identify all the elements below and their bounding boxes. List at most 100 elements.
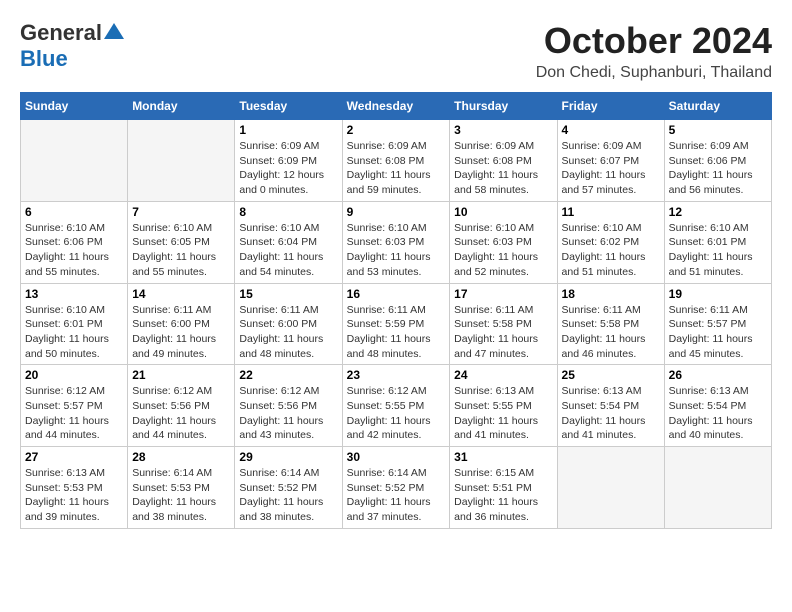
calendar-cell: 16Sunrise: 6:11 AMSunset: 5:59 PMDayligh… xyxy=(342,283,450,365)
calendar-cell: 28Sunrise: 6:14 AMSunset: 5:53 PMDayligh… xyxy=(128,447,235,529)
day-info: Sunrise: 6:13 AMSunset: 5:54 PMDaylight:… xyxy=(562,384,660,443)
day-info: Sunrise: 6:09 AMSunset: 6:08 PMDaylight:… xyxy=(454,139,552,198)
day-info: Sunrise: 6:09 AMSunset: 6:09 PMDaylight:… xyxy=(239,139,337,198)
day-info: Sunrise: 6:10 AMSunset: 6:03 PMDaylight:… xyxy=(454,221,552,280)
day-info: Sunrise: 6:12 AMSunset: 5:56 PMDaylight:… xyxy=(239,384,337,443)
calendar-cell: 5 Sunrise: 6:09 AMSunset: 6:06 PMDaylight… xyxy=(664,120,771,202)
day-number: 26 xyxy=(669,368,767,382)
calendar-week-row: 13 Sunrise: 6:10 AMSunset: 6:01 PMDayligh… xyxy=(21,283,772,365)
day-info: Sunrise: 6:12 AMSunset: 5:57 PMDaylight:… xyxy=(25,384,123,443)
calendar-cell: 6Sunrise: 6:10 AMSunset: 6:06 PMDaylight… xyxy=(21,201,128,283)
day-number: 31 xyxy=(454,450,552,464)
day-info: Sunrise: 6:15 AMSunset: 5:51 PMDaylight:… xyxy=(454,466,552,525)
day-number: 15 xyxy=(239,287,337,301)
calendar-cell xyxy=(557,447,664,529)
calendar-cell: 8 Sunrise: 6:10 AMSunset: 6:04 PMDaylight… xyxy=(235,201,342,283)
calendar-cell: 12 Sunrise: 6:10 AMSunset: 6:01 PMDayligh… xyxy=(664,201,771,283)
day-number: 29 xyxy=(239,450,337,464)
calendar-cell: 4 Sunrise: 6:09 AMSunset: 6:07 PMDaylight… xyxy=(557,120,664,202)
day-info: Sunrise: 6:14 AMSunset: 5:52 PMDaylight:… xyxy=(347,466,446,525)
calendar-cell: 24 Sunrise: 6:13 AMSunset: 5:55 PMDayligh… xyxy=(450,365,557,447)
day-number: 19 xyxy=(669,287,767,301)
calendar-cell xyxy=(128,120,235,202)
day-number: 10 xyxy=(454,205,552,219)
calendar-cell: 22Sunrise: 6:12 AMSunset: 5:56 PMDayligh… xyxy=(235,365,342,447)
day-info: Sunrise: 6:11 AMSunset: 5:58 PMDaylight:… xyxy=(454,303,552,362)
day-number: 13 xyxy=(25,287,123,301)
day-info: Sunrise: 6:11 AMSunset: 6:00 PMDaylight:… xyxy=(239,303,337,362)
calendar-day-header: Monday xyxy=(128,93,235,120)
day-info: Sunrise: 6:13 AMSunset: 5:53 PMDaylight:… xyxy=(25,466,123,525)
calendar-cell: 1 Sunrise: 6:09 AMSunset: 6:09 PMDaylight… xyxy=(235,120,342,202)
day-number: 1 xyxy=(239,123,337,137)
logo-triangle-icon xyxy=(104,21,124,41)
day-number: 30 xyxy=(347,450,446,464)
location-subtitle: Don Chedi, Suphanburi, Thailand xyxy=(536,64,772,82)
day-info: Sunrise: 6:10 AMSunset: 6:03 PMDaylight:… xyxy=(347,221,446,280)
calendar-cell: 19Sunrise: 6:11 AMSunset: 5:57 PMDayligh… xyxy=(664,283,771,365)
day-number: 18 xyxy=(562,287,660,301)
calendar-cell: 13 Sunrise: 6:10 AMSunset: 6:01 PMDayligh… xyxy=(21,283,128,365)
calendar-cell: 9 Sunrise: 6:10 AMSunset: 6:03 PMDaylight… xyxy=(342,201,450,283)
calendar-day-header: Friday xyxy=(557,93,664,120)
day-info: Sunrise: 6:11 AMSunset: 6:00 PMDaylight:… xyxy=(132,303,230,362)
day-number: 2 xyxy=(347,123,446,137)
day-number: 4 xyxy=(562,123,660,137)
day-info: Sunrise: 6:13 AMSunset: 5:54 PMDaylight:… xyxy=(669,384,767,443)
day-info: Sunrise: 6:13 AMSunset: 5:55 PMDaylight:… xyxy=(454,384,552,443)
day-number: 5 xyxy=(669,123,767,137)
calendar-day-header: Tuesday xyxy=(235,93,342,120)
day-info: Sunrise: 6:10 AMSunset: 6:04 PMDaylight:… xyxy=(239,221,337,280)
calendar-cell: 14 Sunrise: 6:11 AMSunset: 6:00 PMDayligh… xyxy=(128,283,235,365)
day-number: 28 xyxy=(132,450,230,464)
calendar-cell xyxy=(664,447,771,529)
calendar-day-header: Thursday xyxy=(450,93,557,120)
calendar-cell: 11Sunrise: 6:10 AMSunset: 6:02 PMDayligh… xyxy=(557,201,664,283)
calendar-cell: 30 Sunrise: 6:14 AMSunset: 5:52 PMDayligh… xyxy=(342,447,450,529)
day-number: 24 xyxy=(454,368,552,382)
calendar-cell: 3 Sunrise: 6:09 AMSunset: 6:08 PMDaylight… xyxy=(450,120,557,202)
calendar-day-header: Sunday xyxy=(21,93,128,120)
calendar-cell: 2 Sunrise: 6:09 AMSunset: 6:08 PMDaylight… xyxy=(342,120,450,202)
calendar-cell: 27Sunrise: 6:13 AMSunset: 5:53 PMDayligh… xyxy=(21,447,128,529)
day-number: 7 xyxy=(132,205,230,219)
day-number: 12 xyxy=(669,205,767,219)
calendar-cell: 17 Sunrise: 6:11 AMSunset: 5:58 PMDayligh… xyxy=(450,283,557,365)
title-block: October 2024 Don Chedi, Suphanburi, Thai… xyxy=(536,20,772,82)
calendar-cell: 15 Sunrise: 6:11 AMSunset: 6:00 PMDayligh… xyxy=(235,283,342,365)
day-info: Sunrise: 6:09 AMSunset: 6:06 PMDaylight:… xyxy=(669,139,767,198)
calendar-cell: 25Sunrise: 6:13 AMSunset: 5:54 PMDayligh… xyxy=(557,365,664,447)
day-info: Sunrise: 6:11 AMSunset: 5:58 PMDaylight:… xyxy=(562,303,660,362)
calendar-cell: 10 Sunrise: 6:10 AMSunset: 6:03 PMDayligh… xyxy=(450,201,557,283)
calendar-cell: 31 Sunrise: 6:15 AMSunset: 5:51 PMDayligh… xyxy=(450,447,557,529)
day-info: Sunrise: 6:10 AMSunset: 6:01 PMDaylight:… xyxy=(25,303,123,362)
day-info: Sunrise: 6:09 AMSunset: 6:08 PMDaylight:… xyxy=(347,139,446,198)
calendar-cell: 18 Sunrise: 6:11 AMSunset: 5:58 PMDayligh… xyxy=(557,283,664,365)
day-info: Sunrise: 6:09 AMSunset: 6:07 PMDaylight:… xyxy=(562,139,660,198)
day-number: 14 xyxy=(132,287,230,301)
calendar-header-row: SundayMondayTuesdayWednesdayThursdayFrid… xyxy=(21,93,772,120)
logo-blue: Blue xyxy=(20,46,68,71)
calendar-table: SundayMondayTuesdayWednesdayThursdayFrid… xyxy=(20,92,772,529)
day-info: Sunrise: 6:10 AMSunset: 6:06 PMDaylight:… xyxy=(25,221,123,280)
calendar-cell: 23Sunrise: 6:12 AMSunset: 5:55 PMDayligh… xyxy=(342,365,450,447)
logo: General Blue xyxy=(20,20,124,72)
day-info: Sunrise: 6:10 AMSunset: 6:05 PMDaylight:… xyxy=(132,221,230,280)
day-number: 21 xyxy=(132,368,230,382)
calendar-cell: 29 Sunrise: 6:14 AMSunset: 5:52 PMDayligh… xyxy=(235,447,342,529)
calendar-day-header: Wednesday xyxy=(342,93,450,120)
page-header: General Blue October 2024 Don Chedi, Sup… xyxy=(20,20,772,82)
day-number: 9 xyxy=(347,205,446,219)
calendar-day-header: Saturday xyxy=(664,93,771,120)
calendar-cell: 7 Sunrise: 6:10 AMSunset: 6:05 PMDaylight… xyxy=(128,201,235,283)
logo-general: General xyxy=(20,20,102,46)
day-info: Sunrise: 6:10 AMSunset: 6:01 PMDaylight:… xyxy=(669,221,767,280)
calendar-week-row: 27Sunrise: 6:13 AMSunset: 5:53 PMDayligh… xyxy=(21,447,772,529)
day-number: 16 xyxy=(347,287,446,301)
day-number: 8 xyxy=(239,205,337,219)
day-info: Sunrise: 6:14 AMSunset: 5:52 PMDaylight:… xyxy=(239,466,337,525)
calendar-cell: 21Sunrise: 6:12 AMSunset: 5:56 PMDayligh… xyxy=(128,365,235,447)
day-number: 3 xyxy=(454,123,552,137)
day-number: 20 xyxy=(25,368,123,382)
day-number: 17 xyxy=(454,287,552,301)
